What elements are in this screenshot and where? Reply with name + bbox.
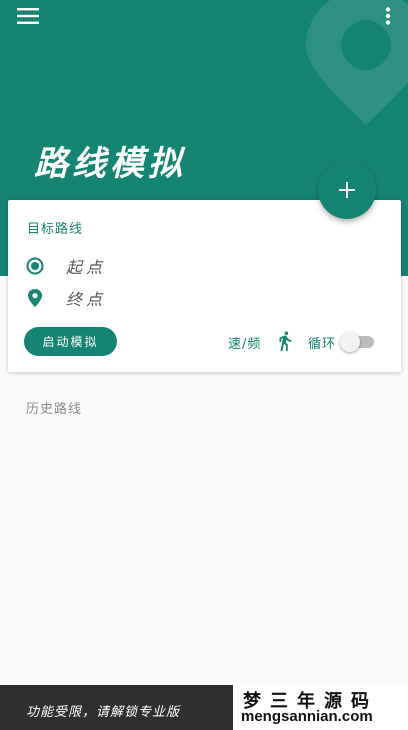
end-point-row[interactable]: 终点 bbox=[26, 285, 106, 311]
history-routes-title: 历史路线 bbox=[26, 402, 83, 417]
location-pin-icon bbox=[28, 289, 42, 307]
loop-toggle[interactable] bbox=[340, 331, 376, 353]
watermark-english-text: mengsannian.com bbox=[241, 708, 373, 725]
plus-icon bbox=[339, 182, 355, 198]
hamburger-menu-icon[interactable] bbox=[12, 2, 44, 30]
target-route-title: 目标路线 bbox=[27, 222, 84, 237]
watermark-logo: 梦三年源码 mengsannian.com bbox=[233, 685, 408, 730]
add-route-button[interactable] bbox=[318, 161, 376, 219]
start-simulation-button[interactable]: 启动模拟 bbox=[24, 327, 117, 356]
toggle-thumb bbox=[340, 332, 360, 352]
radio-target-icon bbox=[26, 257, 44, 275]
route-card: 目标路线 起点 终点 启动模拟 速/频 循环 bbox=[8, 200, 401, 372]
running-person-icon[interactable] bbox=[274, 330, 296, 352]
bottom-notice-bar[interactable]: 功能受限，请解锁专业版 梦三年源码 mengsannian.com bbox=[0, 685, 408, 730]
loop-label: 循环 bbox=[308, 337, 337, 352]
end-point-label: 终点 bbox=[66, 290, 107, 309]
upgrade-notice[interactable]: 功能受限，请解锁专业版 bbox=[26, 701, 180, 720]
page-title: 路线模拟 bbox=[34, 144, 186, 184]
start-point-label: 起点 bbox=[66, 258, 107, 277]
speed-frequency-label[interactable]: 速/频 bbox=[228, 333, 261, 352]
start-point-row[interactable]: 起点 bbox=[26, 253, 106, 279]
more-vert-icon[interactable] bbox=[378, 2, 398, 30]
